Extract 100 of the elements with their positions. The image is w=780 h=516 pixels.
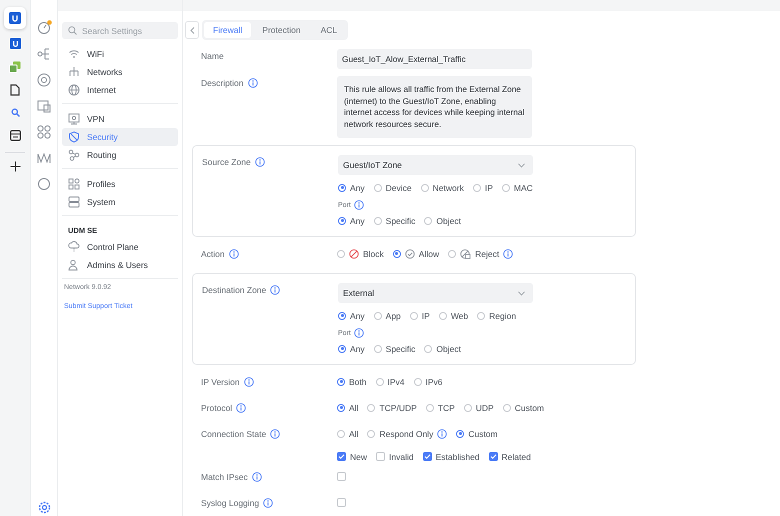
radio-button[interactable] xyxy=(424,344,432,352)
sidebar-item[interactable]: Networks xyxy=(62,63,178,81)
settings-icon xyxy=(38,501,50,514)
checkbox[interactable] xyxy=(422,452,432,461)
option-label: IPv6 xyxy=(426,376,443,386)
option-label: Network xyxy=(432,182,464,192)
back-button[interactable] xyxy=(185,21,199,39)
option-label: Custom xyxy=(468,428,498,438)
option-label: Any xyxy=(350,182,365,192)
description-field[interactable]: This rule allows all traffic from the External Zone (internet) to the Guest/IoT Zone, enabling internet access for devices while keeping internal network resources secure. xyxy=(337,76,532,138)
option-label: Region xyxy=(489,310,516,320)
tab[interactable]: Firewall xyxy=(204,22,252,38)
option-label: Device xyxy=(386,182,412,192)
zone-select[interactable]: Guest/IoT Zone xyxy=(338,155,533,175)
radio-button[interactable] xyxy=(448,250,456,258)
radio-button[interactable] xyxy=(374,344,382,352)
dashboard-icon xyxy=(36,20,52,35)
radio-button[interactable] xyxy=(472,184,481,192)
checkbox[interactable] xyxy=(488,452,498,461)
reject-icon xyxy=(460,248,472,258)
radio-button[interactable] xyxy=(392,250,401,258)
option-label: Web xyxy=(450,310,468,320)
name-field[interactable]: Guest_IoT_Alow_External_Traffic xyxy=(337,49,532,69)
checkbox[interactable] xyxy=(337,472,346,481)
checkbox[interactable] xyxy=(376,452,386,461)
sidebar-item[interactable]: Admins & Users xyxy=(62,256,178,274)
sidebar-item[interactable]: Internet xyxy=(62,81,178,99)
radio-button[interactable] xyxy=(502,404,511,412)
checkbox[interactable] xyxy=(337,498,346,507)
grid-icon xyxy=(37,125,51,139)
field-label: Destination Zone xyxy=(202,284,266,294)
radio-button[interactable] xyxy=(424,216,432,224)
field-label: Connection State xyxy=(201,428,266,438)
radio-button[interactable] xyxy=(338,184,346,192)
app-button[interactable] xyxy=(4,7,26,29)
option-label: IPv4 xyxy=(388,376,405,386)
tab[interactable]: Protection xyxy=(253,22,310,38)
radio-button[interactable] xyxy=(374,216,382,224)
option-label: TCP xyxy=(438,402,455,412)
option-label: All xyxy=(349,428,358,438)
radio-button[interactable] xyxy=(338,216,346,224)
search-icon xyxy=(68,26,77,35)
sidebar-item[interactable]: Profiles xyxy=(62,175,178,193)
radio-button[interactable] xyxy=(420,184,429,192)
panel-icon xyxy=(10,130,20,141)
radio-button[interactable] xyxy=(456,430,464,438)
tab[interactable]: ACL xyxy=(312,22,346,38)
option-label: UDP xyxy=(476,402,494,412)
radio-button[interactable] xyxy=(338,344,346,352)
field-label: Action xyxy=(201,248,225,258)
radio-button[interactable] xyxy=(367,430,376,438)
option-label: Reject xyxy=(475,248,500,258)
option-label: Any xyxy=(350,216,365,226)
block-icon xyxy=(349,248,359,258)
info-icon xyxy=(354,200,364,210)
option-label: Invalid xyxy=(389,452,414,462)
circle-icon xyxy=(37,177,51,191)
option-label: New xyxy=(350,452,368,462)
chevron-down-icon xyxy=(518,162,525,168)
sidebar-item[interactable]: Control Plane xyxy=(62,238,178,256)
radio-button[interactable] xyxy=(338,312,346,320)
option-label: MAC xyxy=(514,182,533,192)
search-input[interactable]: Search Settings xyxy=(82,26,168,36)
sidebar-item[interactable]: System xyxy=(62,193,178,211)
network-icon xyxy=(68,66,80,78)
option-label: Both xyxy=(349,376,366,386)
option-label: Any xyxy=(350,310,365,320)
radio-button[interactable] xyxy=(374,312,382,320)
routing-icon xyxy=(68,149,80,161)
topology-icon xyxy=(37,47,51,61)
radio-button[interactable] xyxy=(414,378,422,386)
radio-button[interactable] xyxy=(410,312,418,320)
radio-button[interactable] xyxy=(374,184,382,192)
radio-button[interactable] xyxy=(376,378,384,386)
option-label: Object xyxy=(436,216,461,226)
radio-button[interactable] xyxy=(464,404,472,412)
radio-button[interactable] xyxy=(337,378,345,386)
sidebar-item[interactable]: WiFi xyxy=(62,45,178,63)
sidebar-item[interactable]: VPN xyxy=(62,110,178,128)
wave-icon xyxy=(37,151,51,165)
field-label: IP Version xyxy=(201,376,240,386)
radio-button[interactable] xyxy=(502,184,510,192)
radio-button[interactable] xyxy=(337,250,345,258)
sidebar-item[interactable]: Routing xyxy=(62,146,178,164)
radio-button[interactable] xyxy=(337,430,345,438)
checkbox[interactable] xyxy=(337,452,346,461)
plus-icon xyxy=(10,161,20,172)
field-label: Source Zone xyxy=(202,156,251,166)
search-field[interactable]: Search Settings xyxy=(62,22,178,39)
radio-button[interactable] xyxy=(426,404,434,412)
radio-button[interactable] xyxy=(337,404,345,412)
zone-select[interactable]: External xyxy=(338,283,533,303)
users-icon xyxy=(68,259,80,271)
radio-button[interactable] xyxy=(367,404,376,412)
option-label: IP xyxy=(422,310,430,320)
option-label: Object xyxy=(436,344,461,354)
wifi-icon xyxy=(68,48,80,60)
radio-button[interactable] xyxy=(438,312,447,320)
check-circle-icon xyxy=(404,248,415,258)
radio-button[interactable] xyxy=(477,312,486,320)
